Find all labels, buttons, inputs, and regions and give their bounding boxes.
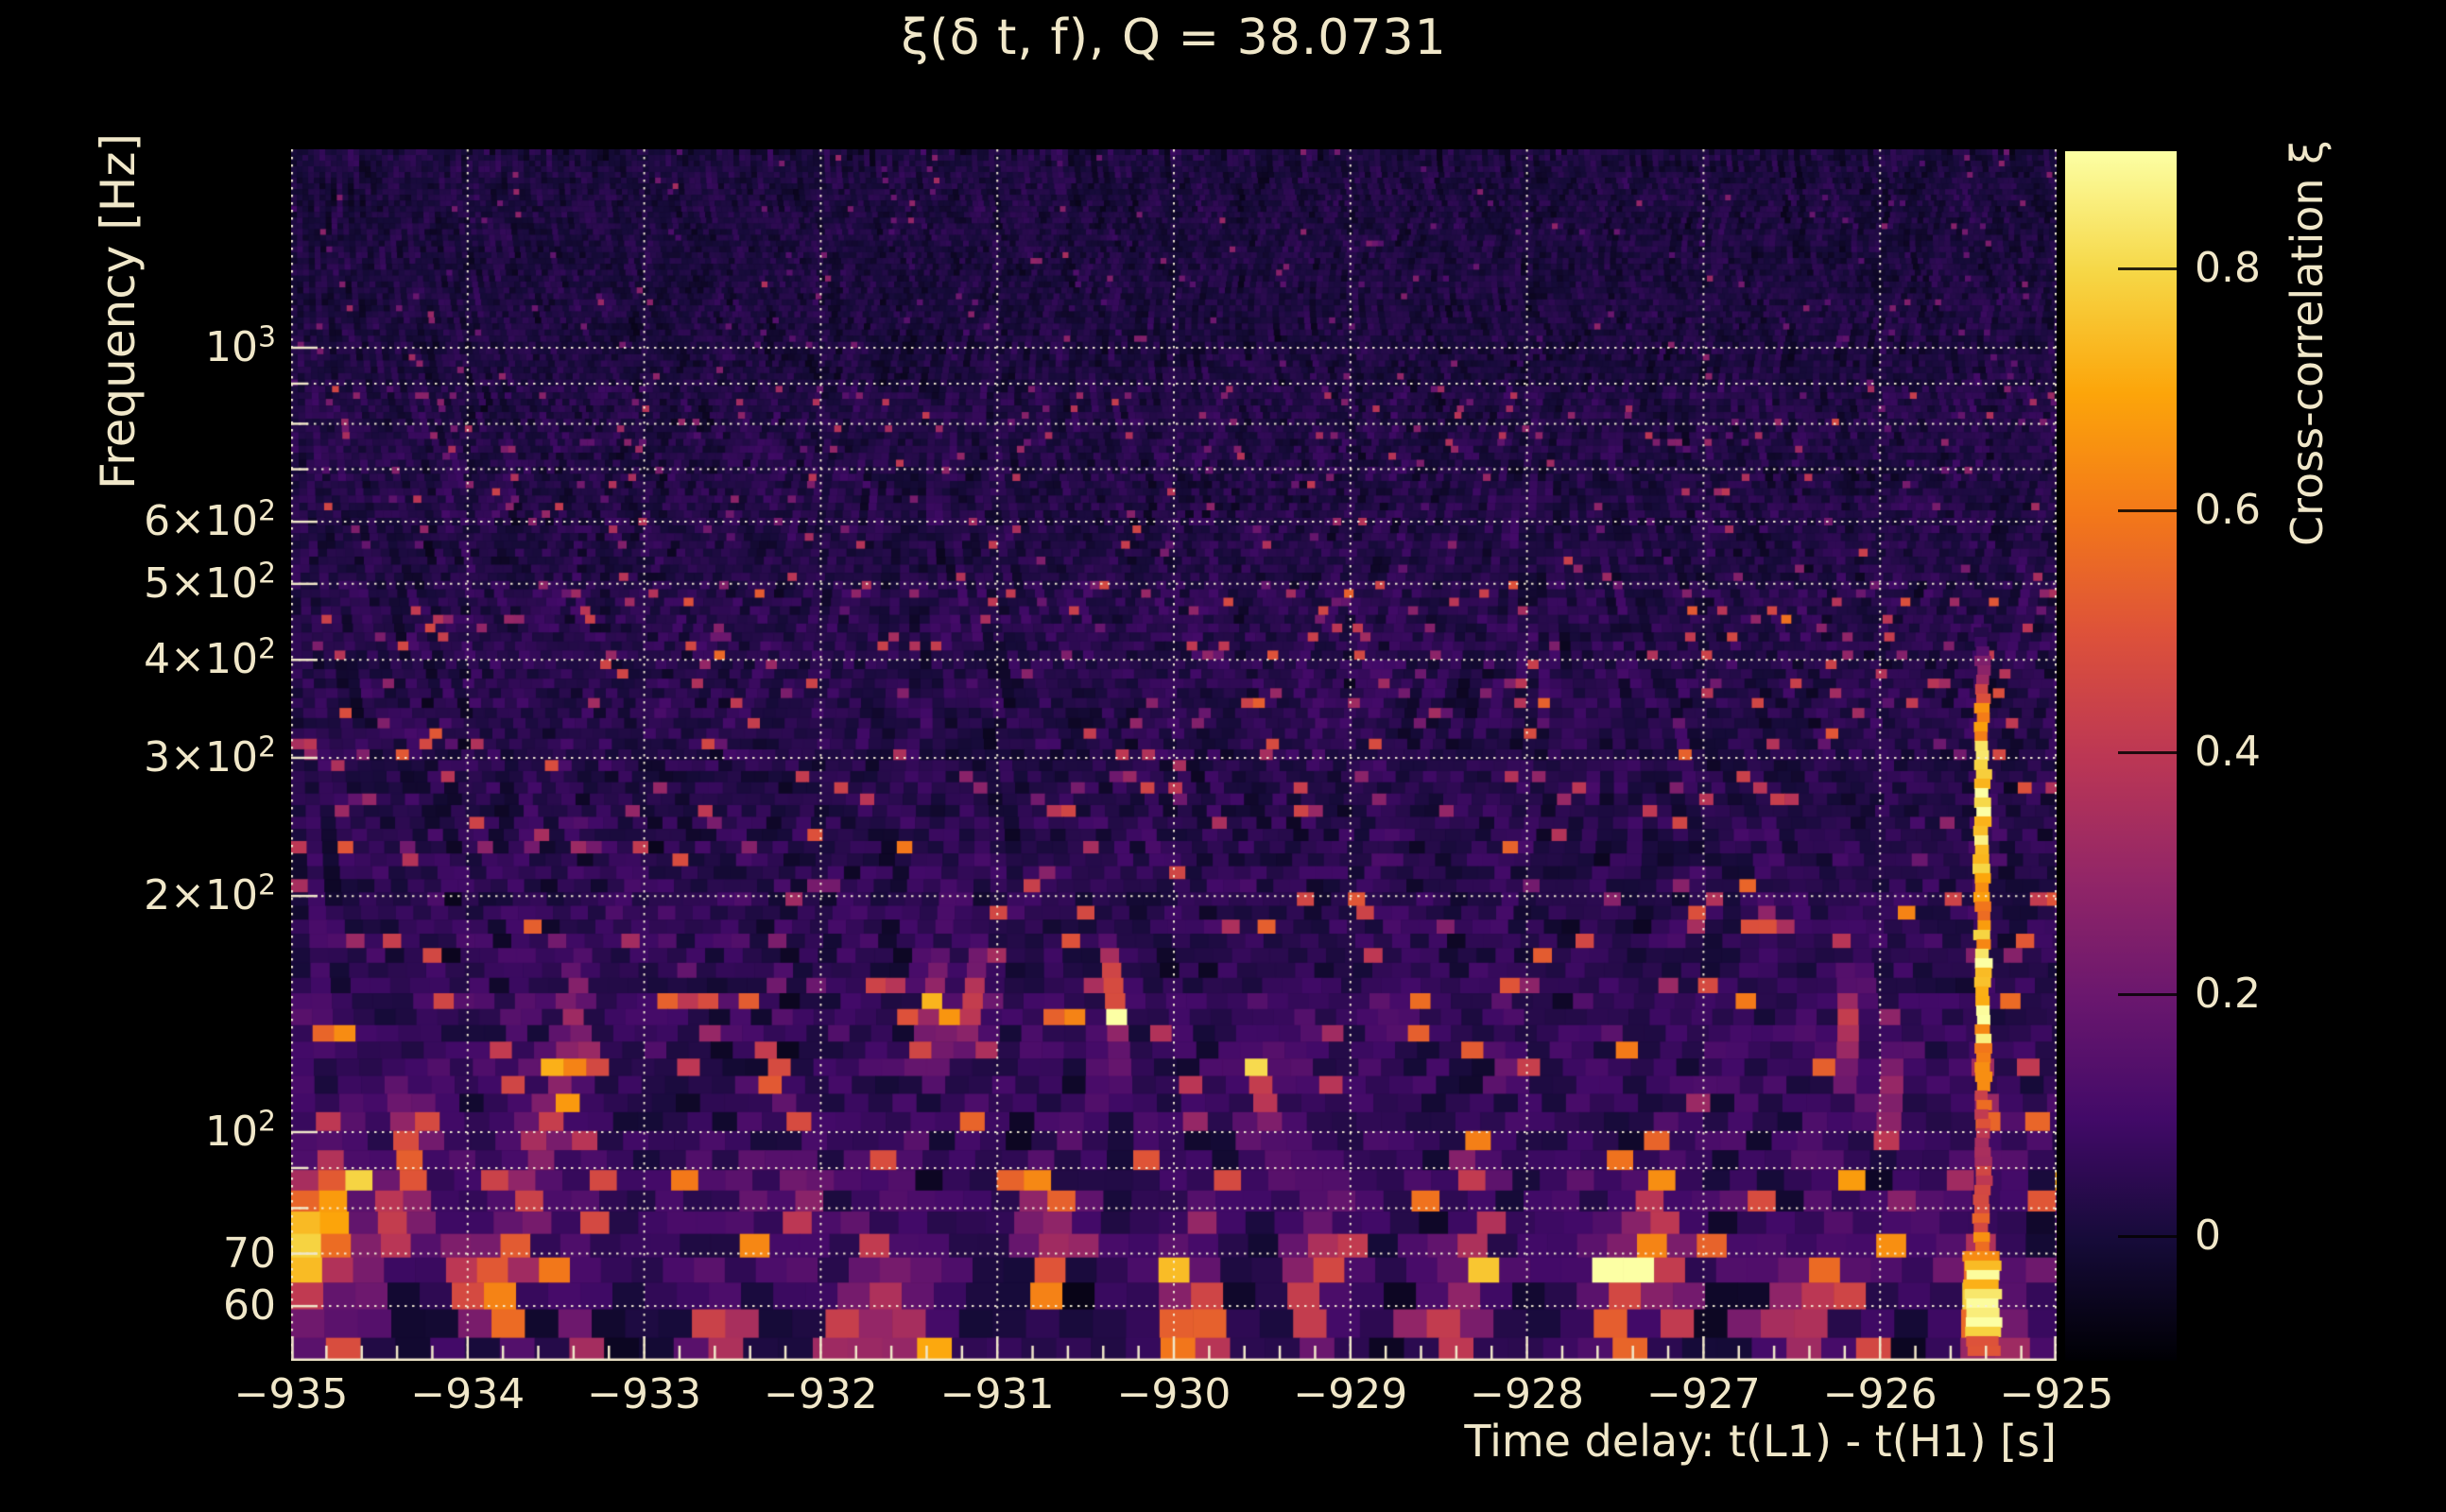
x-tick-label: −928 <box>1470 1370 1585 1418</box>
y-tick-label: 70 <box>223 1228 276 1278</box>
colorbar-tick <box>2118 992 2177 996</box>
y-tick-label: 6×102 <box>144 494 276 546</box>
x-tick-label: −925 <box>1999 1370 2114 1418</box>
colorbar <box>2065 151 2177 1361</box>
y-tick-label: 4×102 <box>144 632 276 684</box>
x-tick-label: −929 <box>1293 1370 1408 1418</box>
x-tick-label: −935 <box>233 1370 349 1418</box>
x-tick-label: −930 <box>1116 1370 1232 1418</box>
x-tick-label: −931 <box>939 1370 1055 1418</box>
plot-title: ξ(δ t, f), Q = 38.0731 <box>901 9 1447 66</box>
colorbar-tick-label: 0.2 <box>2195 970 2261 1019</box>
colorbar-tick <box>2118 750 2177 754</box>
colorbar-tick-label: 0.8 <box>2195 244 2261 293</box>
colorbar-tick <box>2118 266 2177 270</box>
x-tick-label: −932 <box>763 1370 878 1418</box>
x-axis-label: Time delay: t(L1) - t(H1) [s] <box>1464 1416 2057 1467</box>
y-tick-label: 60 <box>223 1281 276 1331</box>
y-tick-label: 2×102 <box>144 868 276 920</box>
y-tick-label: 3×102 <box>144 730 276 782</box>
y-tick-label: 103 <box>204 320 276 371</box>
qscan-cross-correlation-figure: ξ(δ t, f), Q = 38.0731 Frequency [Hz] Cr… <box>0 0 2446 1512</box>
colorbar-tick-label: 0 <box>2195 1211 2221 1261</box>
x-tick-label: −934 <box>410 1370 525 1418</box>
y-tick-label: 5×102 <box>144 557 276 608</box>
colorbar-tick-label: 0.6 <box>2195 486 2261 535</box>
x-tick-label: −926 <box>1822 1370 1938 1418</box>
spectrogram-heatmap-canvas <box>291 149 2057 1361</box>
x-tick-label: −927 <box>1645 1370 1761 1418</box>
colorbar-tick-label: 0.4 <box>2195 728 2261 777</box>
colorbar-tick <box>2118 1234 2177 1238</box>
colorbar-tick <box>2118 508 2177 512</box>
x-tick-label: −933 <box>587 1370 702 1418</box>
y-tick-label: 102 <box>204 1105 276 1156</box>
y-axis-label: Frequency [Hz] <box>91 132 146 490</box>
